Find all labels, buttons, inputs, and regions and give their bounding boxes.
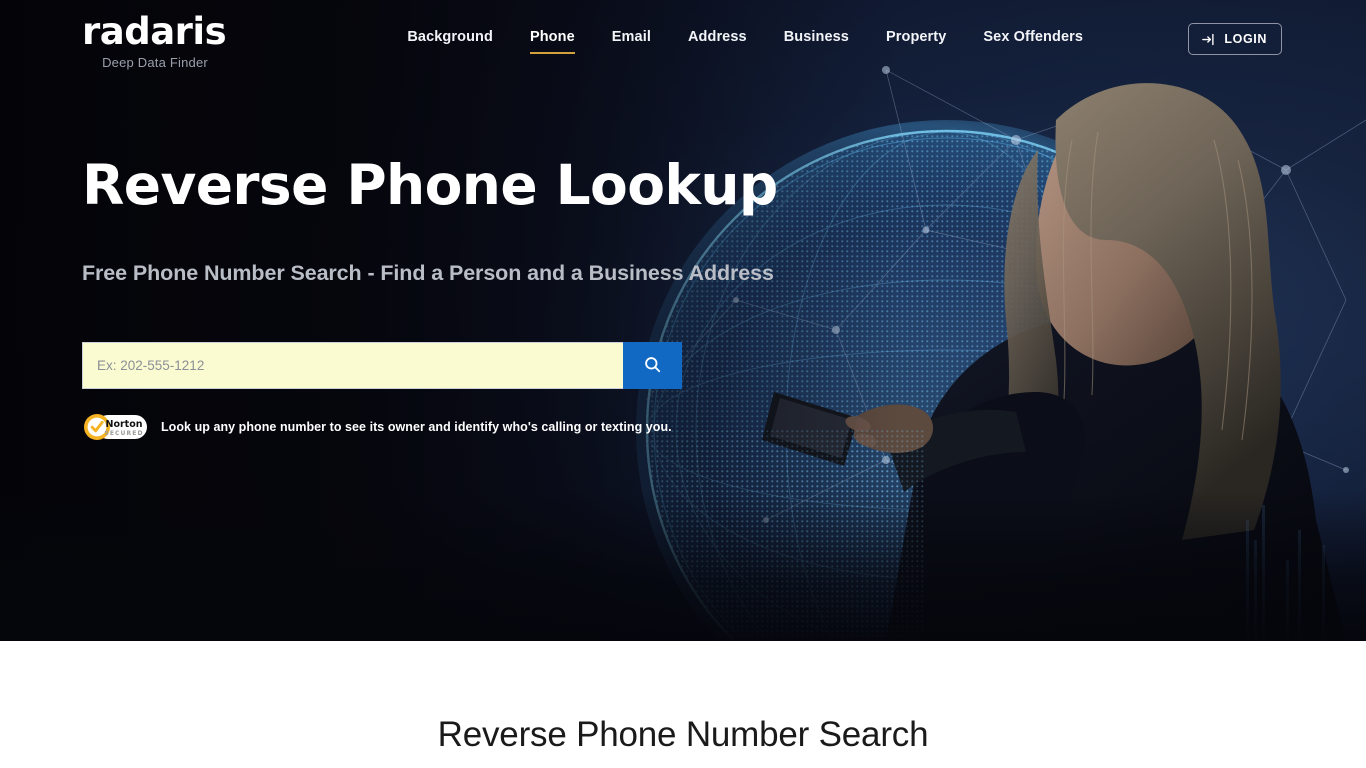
norton-badge-name: Norton — [106, 419, 143, 430]
main-navigation: Background Phone Email Address Business … — [302, 25, 1188, 54]
page-title: Reverse Phone Lookup — [82, 153, 778, 217]
norton-secured-badge[interactable]: Norton SECURED — [82, 414, 148, 440]
below-fold-section: Reverse Phone Number Search — [0, 641, 1366, 768]
site-header: radaris Deep Data Finder Background Phon… — [0, 0, 1366, 78]
nav-item-email[interactable]: Email — [611, 25, 652, 54]
nav-item-business[interactable]: Business — [783, 25, 850, 54]
section-title: Reverse Phone Number Search — [437, 715, 929, 754]
sign-in-icon — [1201, 32, 1216, 47]
page-subtitle: Free Phone Number Search - Find a Person… — [82, 261, 774, 286]
nav-item-background[interactable]: Background — [406, 25, 494, 54]
login-button-label: LOGIN — [1224, 32, 1267, 46]
logo[interactable]: radaris Deep Data Finder — [82, 9, 322, 70]
phone-search-form — [82, 342, 682, 389]
hero-section: radaris Deep Data Finder Background Phon… — [0, 0, 1366, 641]
norton-badge-sub: SECURED — [104, 430, 143, 437]
logo-tagline: Deep Data Finder — [102, 54, 208, 70]
search-button[interactable] — [623, 342, 682, 389]
hero-bottom-fade — [0, 491, 1366, 641]
trust-row: Norton SECURED Look up any phone number … — [82, 414, 672, 440]
nav-item-address[interactable]: Address — [687, 25, 748, 54]
nav-item-phone[interactable]: Phone — [529, 25, 576, 54]
logo-wordmark: radaris — [82, 9, 227, 53]
login-button[interactable]: LOGIN — [1188, 23, 1282, 55]
hero-copy: Reverse Phone Lookup Free Phone Number S… — [82, 153, 802, 286]
search-input[interactable] — [82, 342, 623, 389]
trust-text: Look up any phone number to see its owne… — [161, 420, 672, 434]
search-icon — [643, 355, 662, 377]
nav-item-sex-offenders[interactable]: Sex Offenders — [982, 25, 1084, 54]
nav-item-property[interactable]: Property — [885, 25, 947, 54]
